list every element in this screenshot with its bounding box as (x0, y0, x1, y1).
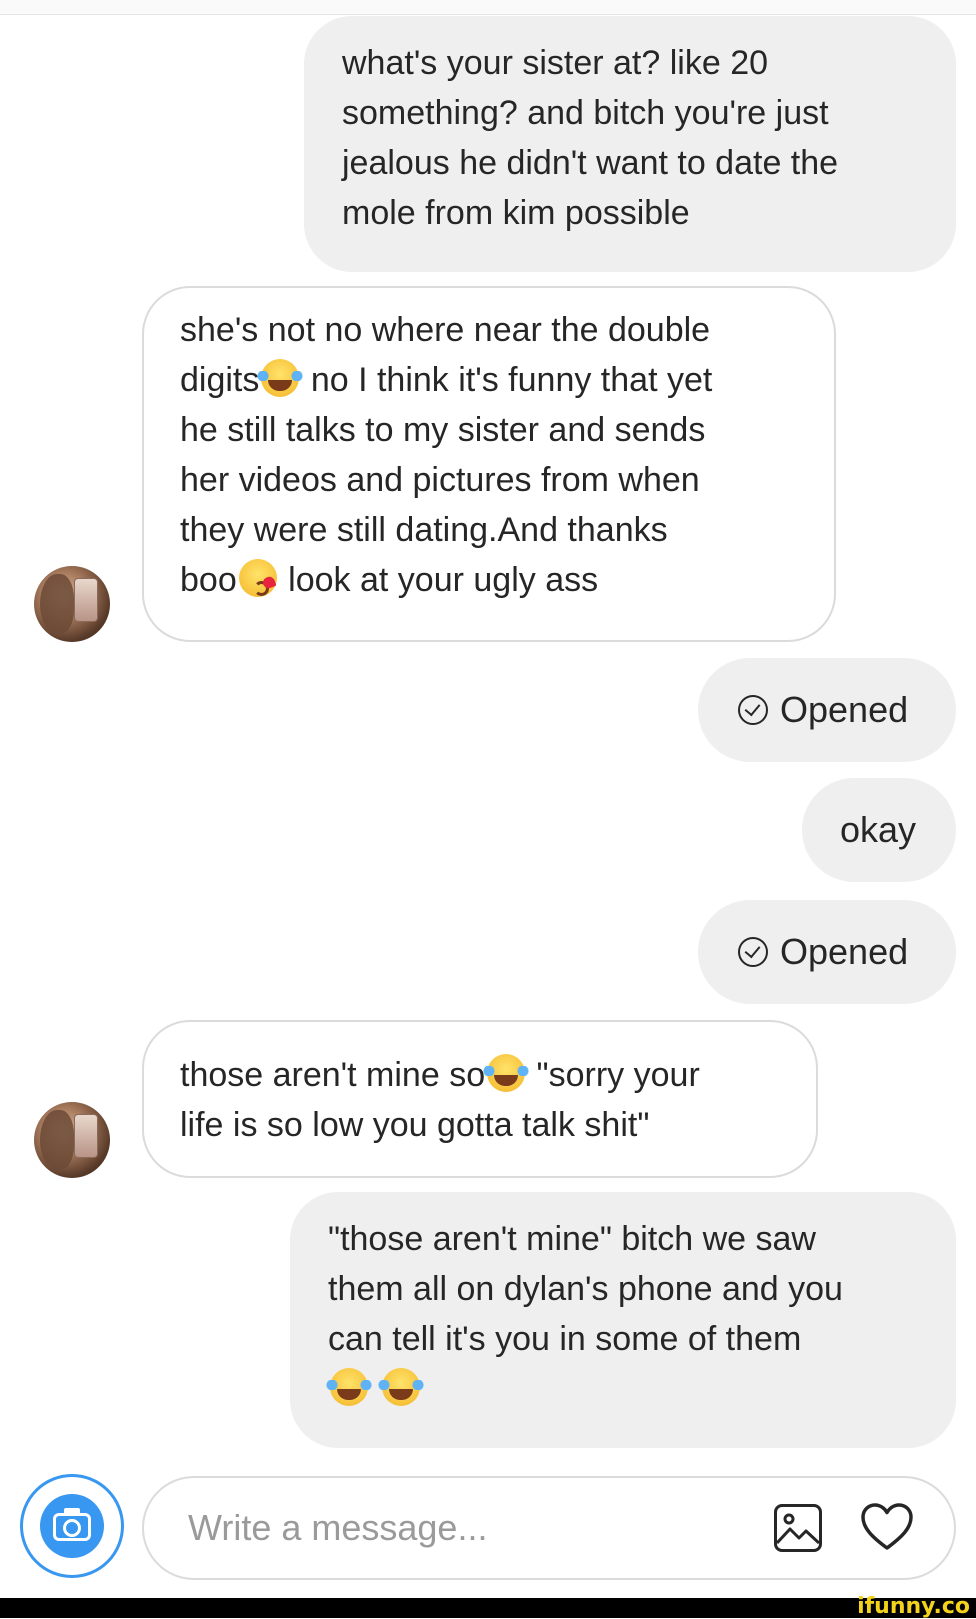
message-text-line: those aren't mine so "sorry your (180, 1050, 786, 1100)
message-text-line: jealous he didn't want to date the (342, 144, 839, 182)
blowing-kiss-emoji (238, 559, 277, 597)
message-text-line: boo look at your ugly ass (180, 555, 804, 605)
message-text-line: something? and bitch you're just (342, 94, 829, 132)
message-text: no I think it's funny that yet (301, 361, 713, 399)
heart-icon[interactable] (860, 1502, 914, 1552)
watermark: ifunny.co (857, 1594, 970, 1619)
message-text-line: her videos and pictures from when (180, 461, 700, 499)
message-text-line: "those aren't mine" bitch we saw (328, 1220, 816, 1258)
camera-button[interactable] (20, 1474, 124, 1578)
message-text: look at your ugly ass (278, 561, 599, 599)
opened-status-label: Opened (780, 931, 909, 972)
message-text-line: he still talks to my sister and sends (180, 411, 706, 449)
avatar[interactable] (34, 1102, 110, 1178)
top-divider (0, 0, 976, 15)
avatar-phone (74, 578, 98, 622)
avatar-hair (40, 1110, 74, 1170)
opened-status-bubble[interactable]: Opened (698, 658, 956, 762)
message-text-line: digits no I think it's funny that yet (180, 355, 804, 405)
check-circle-icon (738, 695, 768, 725)
check-circle-icon (738, 937, 768, 967)
avatar-hair (40, 574, 74, 634)
tears-of-joy-emoji (326, 1368, 372, 1406)
message-text: boo (180, 561, 237, 599)
message-text-line: them all on dylan's phone and you (328, 1270, 843, 1308)
tears-of-joy-emoji (378, 1368, 424, 1406)
message-text-line: can tell it's you in some of them (328, 1320, 802, 1358)
opened-status-bubble[interactable]: Opened (698, 900, 956, 1004)
camera-icon (40, 1494, 104, 1558)
message-text-line: what's your sister at? like 20 (342, 44, 769, 82)
message-received[interactable]: those aren't mine so "sorry your life is… (142, 1020, 818, 1178)
avatar-phone (74, 1114, 98, 1158)
message-input[interactable] (188, 1478, 748, 1578)
message-text-line: mole from kim possible (342, 194, 690, 232)
message-text: "sorry your (527, 1056, 700, 1094)
message-sent[interactable]: okay (802, 778, 956, 882)
message-received[interactable]: she's not no where near the double digit… (142, 286, 836, 642)
tears-of-joy-emoji (257, 359, 304, 397)
message-text-line: they were still dating.And thanks (180, 511, 668, 549)
message-text: those aren't mine so (180, 1056, 486, 1094)
message-text-line: life is so low you gotta talk shit" (180, 1106, 650, 1144)
footer-bar (0, 1598, 976, 1618)
message-text-line (326, 1364, 926, 1414)
message-sent[interactable]: "those aren't mine" bitch we saw them al… (290, 1192, 956, 1448)
avatar[interactable] (34, 566, 110, 642)
camera-icon-lens (63, 1519, 81, 1537)
message-composer (142, 1476, 956, 1580)
message-sent[interactable]: what's your sister at? like 20 something… (304, 16, 956, 272)
message-text: okay (840, 809, 917, 850)
opened-status-label: Opened (780, 689, 909, 730)
message-text-line: she's not no where near the double (180, 311, 711, 349)
tears-of-joy-emoji (483, 1054, 530, 1092)
message-text: digits (180, 361, 260, 399)
gallery-icon[interactable] (774, 1504, 822, 1552)
